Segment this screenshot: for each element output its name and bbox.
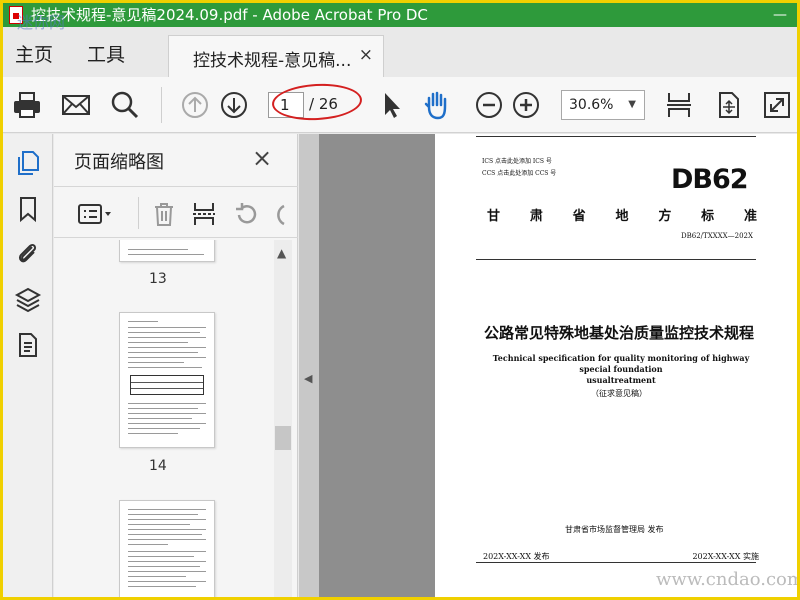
english-title: Technical specification for quality moni…: [483, 353, 759, 386]
zoom-in-icon[interactable]: [510, 89, 542, 121]
page-thumbnails-icon[interactable]: [14, 149, 42, 177]
menu-bar: 主页 工具 控技术规程-意见稿... ×: [3, 27, 797, 77]
standard-name-char: 省: [572, 209, 586, 224]
header-rule: [476, 259, 756, 260]
window-title: 控技术规程-意见稿2024.09.pdf - Adobe Acrobat Pro…: [31, 6, 428, 24]
layers-icon[interactable]: [14, 285, 42, 313]
implementation-date: 202X-XX-XX 实施: [692, 552, 759, 561]
red-highlight-ellipse: [271, 81, 363, 123]
watermark-bottom-right: www.cndao.com: [656, 569, 797, 590]
standard-name-char: 准: [743, 209, 757, 224]
insert-page-icon[interactable]: [190, 200, 218, 228]
ics-line: ICS 点击此处添加 ICS 号: [482, 158, 552, 165]
pdf-page: ICS 点击此处添加 ICS 号 CCS 点击此处添加 CCS 号 DB62 甘…: [435, 134, 797, 597]
scrollbar-thumb[interactable]: [275, 426, 291, 450]
standard-name-char: 地: [615, 209, 629, 224]
issue-date: 202X-XX-XX 发布: [483, 552, 550, 561]
standard-code-logo: DB62: [671, 164, 749, 195]
page-thumbnails-panel: 页面缩略图 × 13 14 ▲: [54, 134, 298, 597]
email-icon[interactable]: [60, 89, 92, 121]
tools-menu[interactable]: 工具: [87, 40, 125, 67]
fit-page-icon[interactable]: [663, 89, 695, 121]
search-icon[interactable]: [109, 89, 141, 121]
chevron-up-icon[interactable]: ▲: [277, 246, 286, 260]
acrobat-window: 控技术规程-意见稿2024.09.pdf - Adobe Acrobat Pro…: [3, 3, 797, 597]
english-title-line-2: usualtreatment: [586, 375, 656, 385]
rotate-clockwise-icon[interactable]: [272, 200, 286, 228]
chevron-left-icon: ◀: [304, 372, 313, 385]
page-thumbnail-14[interactable]: [119, 312, 215, 448]
thumbnail-tools: [54, 186, 298, 238]
thumbnail-scrollbar[interactable]: ▲: [274, 240, 292, 597]
dates-row: 202X-XX-XX 发布 202X-XX-XX 实施: [483, 551, 759, 562]
zoom-out-icon[interactable]: [473, 89, 505, 121]
print-icon[interactable]: [11, 89, 43, 121]
zoom-level-dropdown[interactable]: 30.6% ▼: [561, 90, 645, 120]
standard-name-char: 方: [658, 209, 672, 224]
panel-close-button[interactable]: ×: [252, 144, 272, 172]
home-menu[interactable]: 主页: [15, 40, 53, 67]
document-tab-close-button[interactable]: ×: [359, 45, 373, 65]
document-view[interactable]: ◀ ICS 点击此处添加 ICS 号 CCS 点击此处添加 CCS 号 DB62…: [299, 134, 797, 597]
document-tab[interactable]: 控技术规程-意见稿... ×: [168, 35, 384, 77]
standard-name-char: 肃: [529, 209, 543, 224]
next-page-icon[interactable]: [218, 89, 250, 121]
thumbnail-options-icon[interactable]: [76, 200, 118, 228]
top-rule: [476, 136, 756, 137]
rotate-view-icon[interactable]: [713, 89, 745, 121]
minimize-button[interactable]: —: [767, 3, 793, 27]
delete-page-icon[interactable]: [150, 200, 178, 228]
chevron-down-icon: ▼: [628, 99, 636, 110]
title-bar: 控技术规程-意见稿2024.09.pdf - Adobe Acrobat Pro…: [3, 3, 797, 27]
document-tab-label: 控技术规程-意见稿...: [193, 51, 352, 71]
rotate-counterclockwise-icon[interactable]: [232, 200, 260, 228]
standard-number: DB62/TXXXX—202X: [681, 232, 753, 240]
attachments-icon[interactable]: [14, 239, 42, 267]
ccs-line: CCS 点击此处添加 CCS 号: [482, 170, 557, 177]
page-thumbnail-15[interactable]: [119, 500, 215, 597]
bookmarks-icon[interactable]: [14, 195, 42, 223]
panel-title: 页面缩略图: [74, 152, 164, 173]
select-cursor-icon[interactable]: [375, 89, 407, 121]
page-number-13: 13: [149, 271, 167, 287]
standard-name-char: 标: [701, 209, 715, 224]
previous-page-icon[interactable]: [179, 89, 211, 121]
left-navigation-pane: [3, 134, 53, 597]
standard-name-char: 甘: [487, 209, 501, 224]
draft-label: （征求意见稿）: [591, 389, 647, 398]
zoom-level-value: 30.6%: [569, 97, 614, 113]
chinese-title: 公路常见特殊地基处治质量监控技术规程: [483, 324, 754, 342]
collapse-panel-handle[interactable]: ◀: [299, 134, 319, 597]
panel-toolbar-separator: [138, 197, 139, 229]
page-number-14: 14: [149, 458, 167, 474]
document-properties-icon[interactable]: [14, 331, 42, 359]
full-screen-icon[interactable]: [761, 89, 793, 121]
main-toolbar: 1 / 26 30.6% ▼: [3, 77, 797, 133]
watermark-top-left: 迷你网: [17, 13, 66, 32]
thumbnail-list: 13 14 ▲: [54, 240, 298, 597]
hand-tool-icon[interactable]: [421, 89, 453, 121]
page-thumbnail-13[interactable]: [119, 240, 215, 262]
issuing-authority: 甘肃省市场监督管理局 发布: [565, 525, 664, 534]
standard-name: 甘 肃 省 地 方 标 准: [487, 205, 757, 224]
toolbar-separator: [161, 87, 162, 123]
footer-rule: [476, 562, 756, 563]
english-title-line-1: Technical specification for quality moni…: [492, 353, 750, 374]
